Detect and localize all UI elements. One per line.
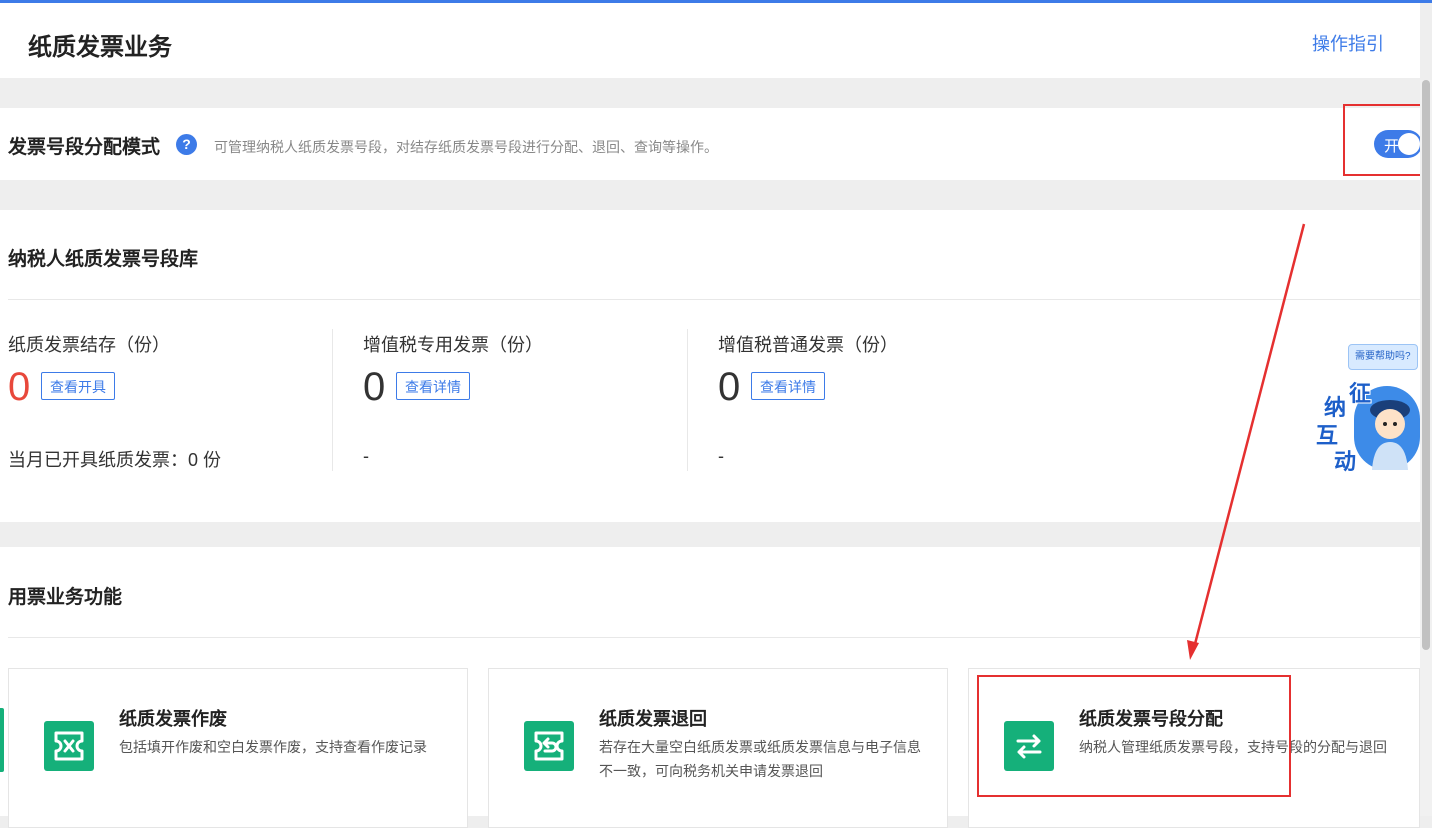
help-assistant-widget[interactable]: 需要帮助吗? 征 纳 互 动 (1312, 344, 1430, 480)
assistant-char-zheng: 征 (1349, 381, 1372, 406)
left-edge-tab[interactable] (0, 708, 4, 772)
annotation-arrow (1187, 223, 1306, 660)
assistant-char-dong: 动 (1334, 449, 1357, 474)
help-bubble[interactable]: 需要帮助吗? (1348, 344, 1418, 370)
